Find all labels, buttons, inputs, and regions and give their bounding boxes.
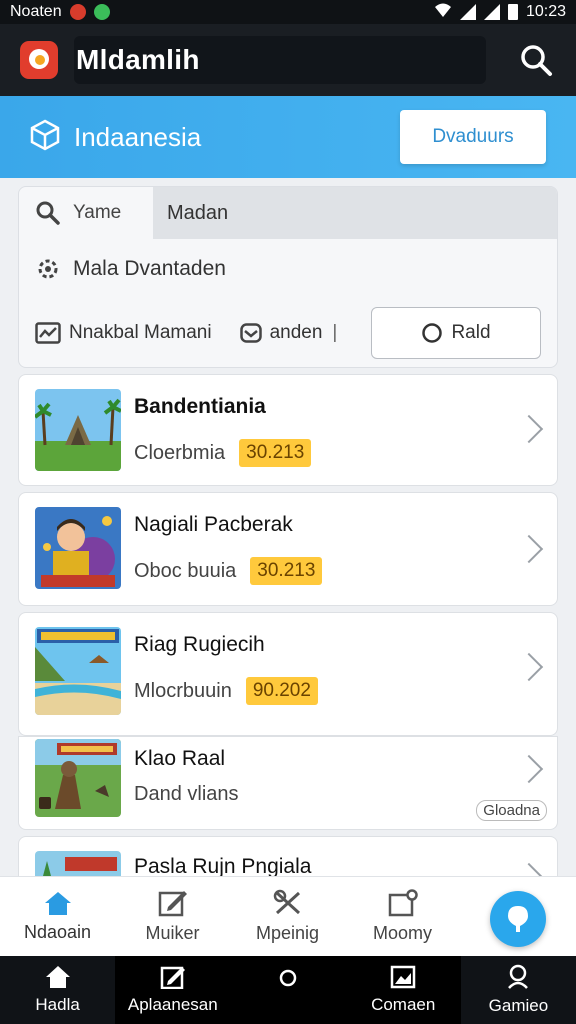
image-icon [35, 322, 61, 344]
option-item-2-label: anden [269, 322, 323, 343]
list-item[interactable]: Klao Raal Dand vlians Gloadna [18, 736, 558, 830]
circle-icon [422, 323, 443, 343]
option-item-1-label: Nnakbal Mamani [69, 322, 212, 343]
notification-icon [93, 4, 110, 20]
item-thumbnail [35, 627, 121, 715]
filter-row-options: Nnakbal Mamani anden | Rald [19, 299, 557, 367]
item-title: Riag Rugiecih [134, 633, 265, 656]
filter-apply-button-label: Rald [451, 322, 491, 343]
mail-icon [239, 323, 262, 343]
filter-card: Yame Madan Mala Dvantaden Nnakbal Mamani… [18, 186, 558, 368]
separator: | [332, 322, 338, 343]
item-title: Klao Raal [134, 747, 226, 770]
image-icon [390, 965, 416, 989]
location-fab[interactable] [490, 891, 546, 947]
list-item[interactable]: Pasla Rujn Pngiala [18, 836, 558, 876]
clock: 10:23 [525, 3, 566, 20]
nav-item-label: Ndaoain [23, 922, 92, 942]
signal-icon [459, 4, 476, 20]
system-item-label: Gamieo [488, 996, 549, 1015]
nav-item-edit[interactable]: Muiker [115, 877, 230, 956]
location-icon [508, 906, 528, 932]
item-thumbnail [35, 507, 121, 589]
app-bar: Mldamlih [0, 24, 576, 96]
app-logo [20, 41, 58, 79]
item-subtitle: Dand vlians [134, 783, 239, 805]
item-subtitle: Cloerbmia [134, 441, 226, 464]
system-bar: Hadla Aplaanesan Comaen Gamieo [0, 956, 576, 1024]
system-item-circle[interactable] [230, 956, 346, 1024]
profile-icon [508, 964, 529, 989]
app-title: Mldamlih [76, 44, 200, 75]
signal-icon [483, 4, 500, 20]
bottom-nav: Ndaoain Muiker Mpeinig Moomy [0, 876, 576, 956]
system-item-edit[interactable]: Aplaanesan [115, 956, 231, 1024]
filter-row-name: Yame Madan [19, 187, 557, 239]
item-badge: 30.213 [250, 557, 323, 585]
item-subtitle: Mlocrbuuin [134, 679, 232, 702]
nav-item-home[interactable]: Ndaoain [0, 877, 115, 956]
battery-icon [507, 4, 518, 20]
search-icon [521, 45, 552, 76]
name-filter-label-text: Yame [73, 202, 122, 223]
system-item-profile[interactable]: Gamieo [461, 956, 576, 1024]
item-tag: Gloadna [476, 800, 547, 821]
region-title: Indaanesia [74, 121, 202, 152]
item-title: Bandentiania [134, 395, 266, 418]
wifi-icon [434, 2, 452, 23]
item-subtitle: Oboc buuia [134, 559, 237, 582]
tools-icon [273, 889, 300, 915]
notification-icon [69, 4, 86, 20]
status-bar: Noaten 10:23 [0, 0, 576, 24]
list-item[interactable]: Riag Rugiecih Mlocrbuuin 90.202 [18, 612, 558, 736]
region-action-button[interactable]: Dvaduurs [400, 110, 546, 164]
search-icon [36, 201, 60, 225]
system-item-label: Hadla [35, 995, 80, 1014]
filter-row-category[interactable]: Mala Dvantaden [19, 239, 557, 299]
home-icon [44, 892, 71, 915]
name-filter-label: Yame [19, 200, 153, 226]
nav-item-share[interactable]: Moomy [345, 877, 460, 956]
nav-item-label: Moomy [372, 923, 432, 943]
option-item-2[interactable]: anden [239, 322, 323, 344]
cube-icon [30, 119, 60, 156]
option-item-1[interactable]: Nnakbal Mamani [35, 322, 212, 344]
item-badge: 90.202 [245, 677, 318, 705]
home-icon [45, 966, 70, 988]
item-thumbnail [35, 851, 121, 876]
list-item[interactable]: Nagiali Pacberak Oboc buuia 30.213 [18, 492, 558, 606]
name-filter-input[interactable]: Madan [153, 187, 557, 239]
nav-item-label: Mpeinig [255, 923, 320, 943]
search-button[interactable] [516, 40, 556, 80]
region-header: Indaanesia Dvaduurs [0, 96, 576, 178]
item-thumbnail [35, 389, 121, 471]
carrier-label: Noaten [10, 3, 62, 20]
system-item-label: Aplaanesan [127, 995, 218, 1014]
nav-item-label: Muiker [145, 923, 200, 943]
list-item[interactable]: Bandentiania Cloerbmia 30.213 [18, 374, 558, 486]
category-filter-label: Mala Dvantaden [73, 257, 226, 280]
item-thumbnail [35, 739, 121, 817]
app-title-container: Mldamlih [74, 36, 486, 84]
system-item-label: Comaen [371, 995, 436, 1014]
item-title: Pasla Rujn Pngiala [134, 855, 312, 876]
circle-icon [279, 969, 297, 987]
gear-icon [38, 259, 58, 279]
share-icon [388, 889, 418, 917]
edit-icon [158, 891, 187, 917]
system-item-image[interactable]: Comaen [345, 956, 461, 1024]
filter-apply-button[interactable]: Rald [371, 307, 541, 359]
item-title: Nagiali Pacberak [134, 513, 293, 536]
system-item-home[interactable]: Hadla [0, 956, 115, 1024]
edit-icon [160, 966, 185, 989]
item-badge: 30.213 [239, 439, 312, 467]
nav-item-tools[interactable]: Mpeinig [230, 877, 345, 956]
